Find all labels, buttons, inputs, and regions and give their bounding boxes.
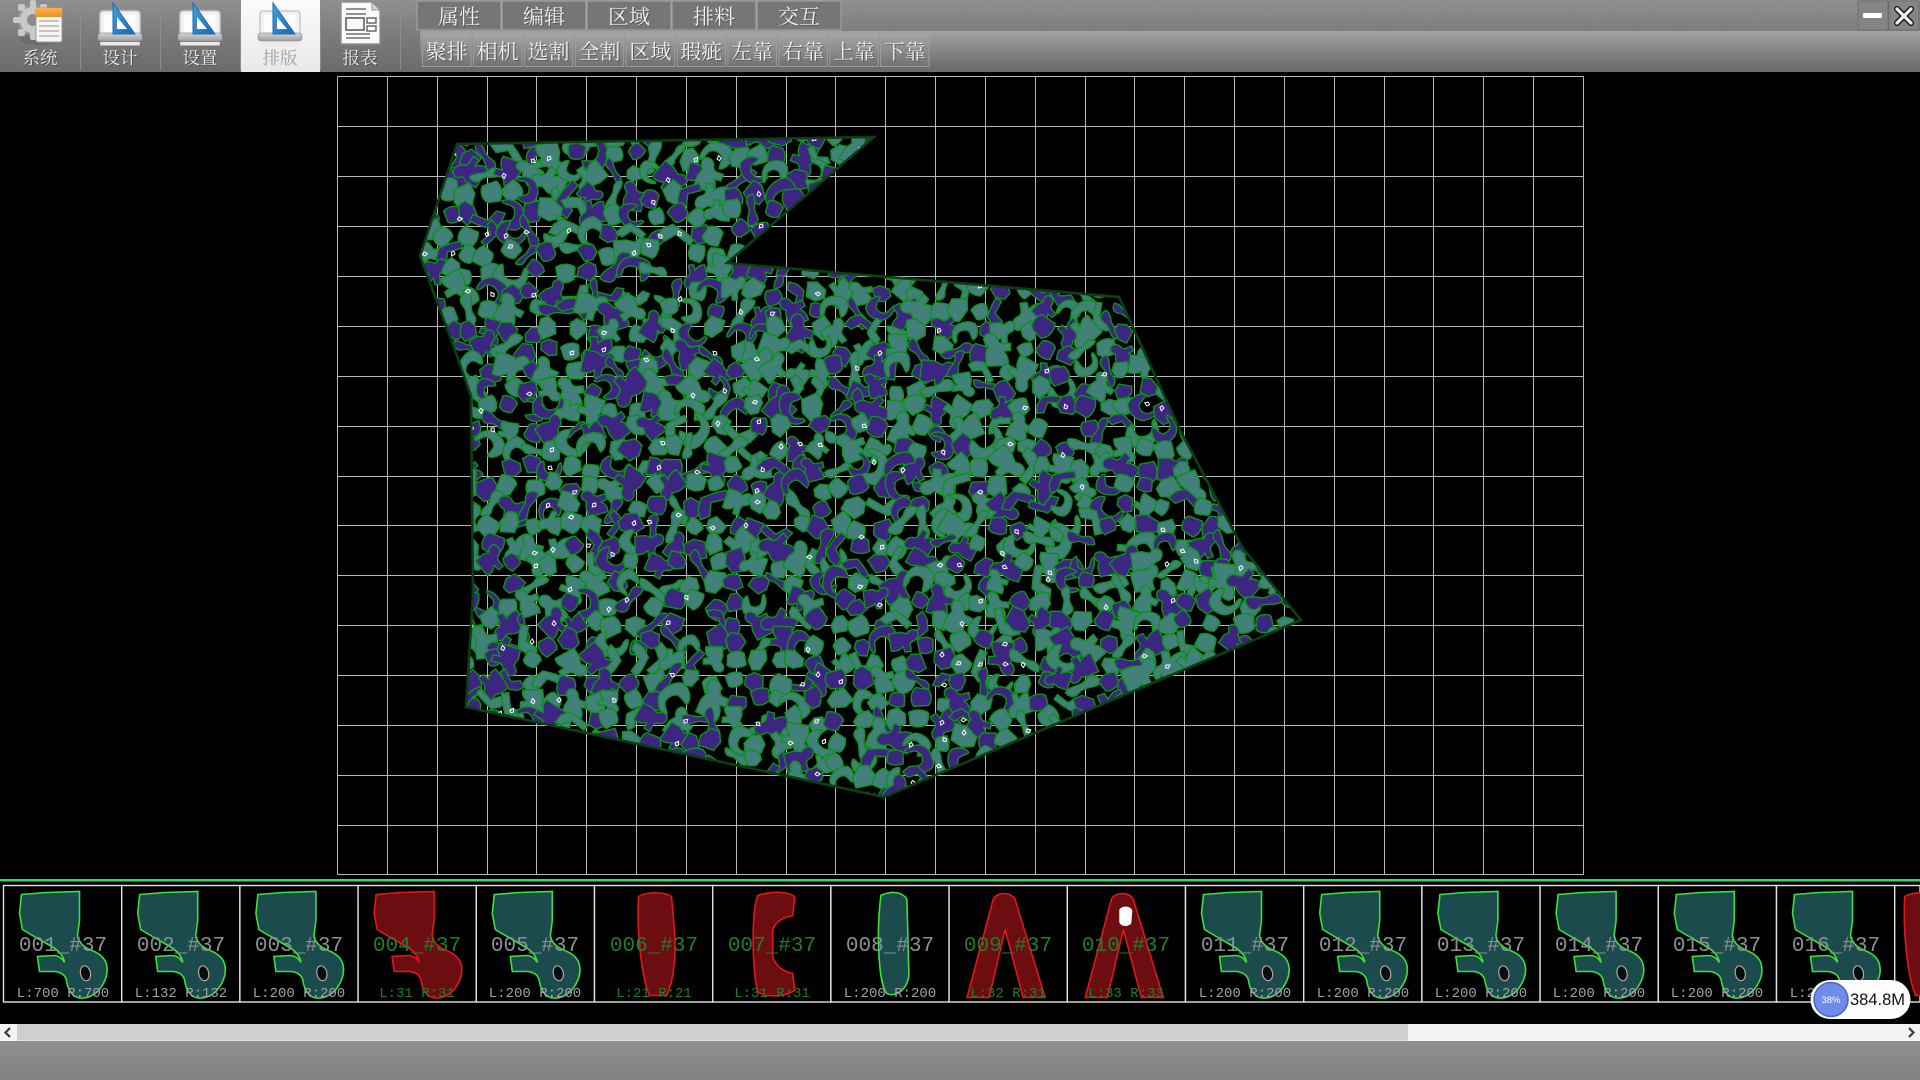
svg-text:004_#37: 004_#37: [373, 935, 461, 958]
svg-text:003_#37: 003_#37: [255, 935, 343, 958]
svg-text:008_#37: 008_#37: [846, 935, 934, 958]
svg-text:015_#37: 015_#37: [1673, 935, 1761, 958]
svg-text:002_#37: 002_#37: [137, 935, 225, 958]
svg-text:L:32 R:31: L:32 R:31: [970, 986, 1046, 1002]
svg-text:001_#37: 001_#37: [19, 935, 107, 958]
svg-text:L:200 R:200: L:200 R:200: [1671, 986, 1763, 1002]
svg-text:L:200 R:200: L:200 R:200: [1199, 986, 1291, 1002]
svg-text:L:200 R:200: L:200 R:200: [253, 986, 345, 1002]
svg-text:010_#37: 010_#37: [1082, 935, 1170, 958]
svg-text:013_#37: 013_#37: [1437, 935, 1525, 958]
svg-text:38%: 38%: [1821, 995, 1841, 1006]
svg-text:L:200 R:200: L:200 R:200: [1435, 986, 1527, 1002]
svg-text:L:200 R:200: L:200 R:200: [844, 986, 936, 1002]
svg-text:L:31 R:31: L:31 R:31: [379, 986, 455, 1002]
svg-text:011_#37: 011_#37: [1201, 935, 1289, 958]
svg-text:L:33 R:33: L:33 R:33: [1088, 986, 1164, 1002]
svg-text:L:31 R:31: L:31 R:31: [734, 986, 810, 1002]
svg-text:L:200 R:200: L:200 R:200: [1317, 986, 1409, 1002]
svg-text:L:200 R:200: L:200 R:200: [1553, 986, 1645, 1002]
svg-text:006_#37: 006_#37: [610, 935, 698, 958]
svg-text:007_#37: 007_#37: [728, 935, 816, 958]
svg-text:005_#37: 005_#37: [491, 935, 579, 958]
svg-text:016_#37: 016_#37: [1792, 935, 1880, 958]
svg-text:L:21 R:21: L:21 R:21: [616, 986, 692, 1002]
svg-text:L:700 R:700: L:700 R:700: [17, 986, 109, 1002]
svg-text:012_#37: 012_#37: [1319, 935, 1407, 958]
svg-text:384.8M: 384.8M: [1850, 991, 1905, 1009]
svg-text:009_#37: 009_#37: [964, 935, 1052, 958]
svg-text:L:132 R:132: L:132 R:132: [135, 986, 227, 1002]
svg-text:014_#37: 014_#37: [1555, 935, 1643, 958]
svg-text:L:200 R:200: L:200 R:200: [489, 986, 581, 1002]
